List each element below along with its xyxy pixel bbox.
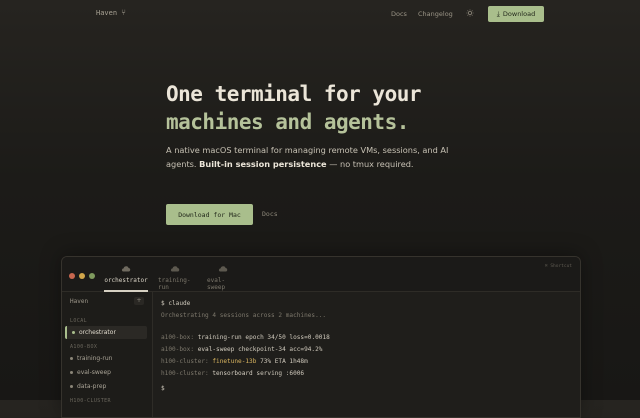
cloud-icon: [121, 266, 131, 272]
terminal-host: h100-cluster:: [161, 358, 209, 365]
sidebar-item-training-run[interactable]: training-run: [65, 352, 147, 365]
terminal-prompt: $: [161, 385, 165, 392]
terminal-stat: 73% ETA 1h48m: [260, 358, 308, 365]
window-titlebar: orchestrator training-run eval-sweep ⌘ S…: [62, 257, 580, 292]
terminal-stat: checkpoint-34 acc=94.2%: [238, 346, 323, 353]
terminal-host: a100-box:: [161, 334, 195, 341]
terminal-status-line: Orchestrating 4 sessions across 2 machin…: [161, 312, 327, 319]
zoom-window-button[interactable]: [89, 273, 95, 279]
theme-toggle-icon[interactable]: [466, 9, 474, 17]
terminal-command-line: $ claude: [161, 300, 191, 307]
add-session-button[interactable]: +: [134, 297, 144, 305]
sidebar-item-label: eval-sweep: [77, 369, 111, 376]
hero-title-line2: machines and agents.: [166, 110, 409, 134]
app-window-preview: orchestrator training-run eval-sweep ⌘ S…: [61, 256, 581, 418]
terminal-host: h100-cluster:: [161, 370, 209, 377]
hero-desc-emphasis: Built-in session persistence: [199, 159, 327, 169]
sidebar-brand: Haven: [70, 298, 89, 305]
hero-desc-tail: — no tmux required.: [326, 159, 414, 169]
terminal-output-row: h100-cluster: finetune-13b 73% ETA 1h48m: [161, 358, 308, 365]
sidebar-item-eval-sweep[interactable]: eval-sweep: [65, 366, 147, 379]
terminal-stat: epoch 34/50 loss=0.0018: [245, 334, 330, 341]
cloud-icon: [170, 266, 180, 272]
tab-orchestrator[interactable]: orchestrator: [104, 265, 148, 292]
brand-fork-icon: ⑂: [121, 8, 126, 17]
terminal-job: training-run: [197, 334, 242, 341]
close-window-button[interactable]: [69, 273, 75, 279]
sidebar-item-data-prep[interactable]: data-prep: [65, 380, 147, 393]
session-status-dot: [70, 385, 73, 388]
docs-link[interactable]: Docs: [262, 210, 278, 218]
tab-eval-sweep[interactable]: eval-sweep: [207, 265, 239, 291]
tab-label: training-run: [158, 277, 191, 291]
nav-changelog-link[interactable]: Changelog: [418, 10, 453, 18]
terminal-job: eval-sweep: [197, 346, 235, 353]
session-status-dot: [70, 357, 73, 360]
nav-download-label: Download: [502, 10, 536, 18]
hero-title-line1: One terminal for your: [166, 82, 422, 106]
keyboard-shortcut-hint: ⌘ Shortcut: [544, 264, 572, 269]
tab-training-run[interactable]: training-run: [158, 265, 192, 291]
minimize-window-button[interactable]: [79, 273, 85, 279]
brand-name: Haven: [96, 9, 118, 17]
nav-docs-link[interactable]: Docs: [391, 10, 407, 18]
terminal-host: a100-box:: [161, 346, 195, 353]
sidebar-item-label: orchestrator: [79, 329, 116, 336]
brand-logo[interactable]: Haven ⑂: [96, 8, 126, 18]
sidebar-section-a100-box: A100-BOX: [70, 344, 98, 350]
download-for-mac-button[interactable]: Download for Mac: [166, 204, 253, 225]
sidebar-item-label: data-prep: [77, 383, 107, 390]
terminal-output-row: h100-cluster: tensorboard serving :6006: [161, 370, 304, 377]
session-status-dot: [70, 371, 73, 374]
nav-download-button[interactable]: ⤓ Download: [488, 6, 544, 22]
terminal-output-row: a100-box: training-run epoch 34/50 loss=…: [161, 334, 330, 341]
hero-description: A native macOS terminal for managing rem…: [166, 143, 456, 171]
sidebar-item-label: training-run: [77, 355, 113, 362]
sidebar-item-orchestrator[interactable]: orchestrator: [65, 326, 147, 339]
sidebar-section-h100-cluster: H100-CLUSTER: [70, 398, 111, 404]
tab-label: eval-sweep: [207, 277, 226, 291]
terminal-job: finetune-13b: [212, 358, 257, 365]
session-status-dot: [72, 331, 75, 334]
terminal-stat: serving :6006: [256, 370, 305, 377]
session-sidebar: Haven + LOCAL orchestrator A100-BOX trai…: [62, 292, 153, 417]
hero-title: One terminal for your machines and agent…: [166, 80, 422, 136]
cloud-icon: [218, 266, 228, 272]
download-icon: ⤓: [496, 9, 500, 18]
terminal-pane[interactable]: $ claude Orchestrating 4 sessions across…: [153, 292, 580, 417]
top-nav: Haven ⑂ Docs Changelog ⤓ Download: [0, 0, 640, 28]
sidebar-section-local: LOCAL: [70, 318, 88, 324]
terminal-output-row: a100-box: eval-sweep checkpoint-34 acc=9…: [161, 346, 322, 353]
terminal-job: tensorboard: [212, 370, 253, 377]
tab-label: orchestrator: [104, 277, 148, 284]
